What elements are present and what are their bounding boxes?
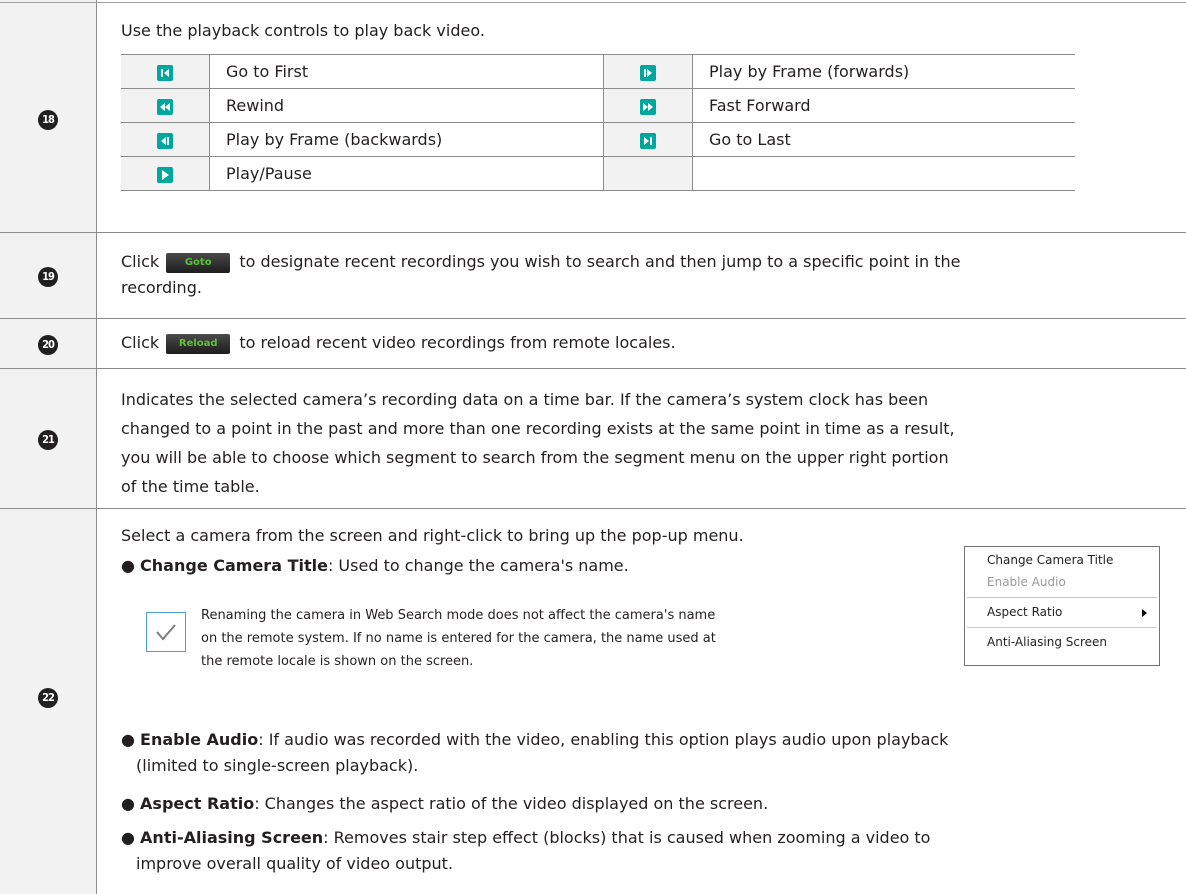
go-to-first-icon: [157, 64, 173, 81]
table-row: Go to First Play by Frame (forwards): [121, 54, 1075, 89]
menu-item-enable-audio[interactable]: Enable Audio: [987, 575, 1066, 589]
bullet-enable-audio: ● Enable Audio: If audio was recorded wi…: [121, 730, 949, 775]
control-label: Go to Last: [692, 122, 1075, 157]
table-row: Play by Frame (backwards) Go to Last: [121, 122, 1075, 157]
go-to-last-icon: [640, 132, 656, 149]
table-row: Play/Pause: [121, 156, 1075, 191]
reload-description: Click Reload to reload recent video reco…: [121, 333, 676, 354]
menu-item-aspect-ratio[interactable]: Aspect Ratio: [987, 605, 1062, 619]
row-divider: [0, 368, 1186, 369]
goto-button[interactable]: Goto: [166, 252, 231, 273]
control-label: Go to First: [209, 54, 604, 89]
bullet-aspect-ratio: ● Aspect Ratio: Changes the aspect ratio…: [121, 794, 769, 813]
control-label: Play by Frame (forwards): [692, 54, 1075, 89]
row-number-21: 21: [0, 428, 96, 450]
timebar-description: Indicates the selected camera’s recordin…: [121, 390, 955, 496]
play-frame-backward-icon: [157, 132, 173, 149]
table-row: Rewind Fast Forward: [121, 88, 1075, 123]
popup-intro: Select a camera from the screen and righ…: [121, 526, 744, 545]
menu-separator: [967, 627, 1157, 628]
control-label: [692, 156, 1075, 191]
goto-description: Click Goto to designate recent recording…: [121, 252, 961, 297]
playback-intro: Use the playback controls to play back v…: [121, 21, 485, 40]
play-frame-forward-icon: [640, 64, 656, 81]
row-divider: [0, 318, 1186, 319]
play-pause-icon: [157, 166, 173, 183]
reload-button[interactable]: Reload: [166, 333, 231, 354]
row-divider: [0, 232, 1186, 233]
table-top-rule: [0, 2, 1186, 3]
row-number-22: 22: [0, 686, 96, 708]
note-text: Renaming the camera in Web Search mode d…: [201, 608, 716, 669]
menu-separator: [967, 597, 1157, 598]
menu-item-anti-aliasing-screen[interactable]: Anti-Aliasing Screen: [987, 635, 1107, 649]
row-number-19: 19: [0, 265, 96, 287]
row-number-18: 18: [0, 108, 96, 130]
row-divider: [0, 508, 1186, 509]
submenu-arrow-icon: [1142, 609, 1147, 617]
fast-forward-icon: [640, 98, 656, 115]
context-menu: Change Camera Title Enable Audio Aspect …: [964, 546, 1160, 666]
playback-controls-table: Go to First Play by Frame (forwards) Rew…: [121, 54, 1075, 191]
control-label: Rewind: [209, 88, 604, 123]
control-label: Fast Forward: [692, 88, 1075, 123]
control-label: Play by Frame (backwards): [209, 122, 604, 157]
menu-item-change-camera-title[interactable]: Change Camera Title: [987, 553, 1113, 567]
control-label: Play/Pause: [209, 156, 604, 191]
bullet-change-title: ● Change Camera Title: Used to change th…: [121, 556, 629, 575]
checkmark-note-icon: [146, 612, 186, 652]
row-number-20: 20: [0, 333, 96, 355]
rewind-icon: [157, 98, 173, 115]
bullet-anti-aliasing: ● Anti-Aliasing Screen: Removes stair st…: [121, 828, 931, 873]
